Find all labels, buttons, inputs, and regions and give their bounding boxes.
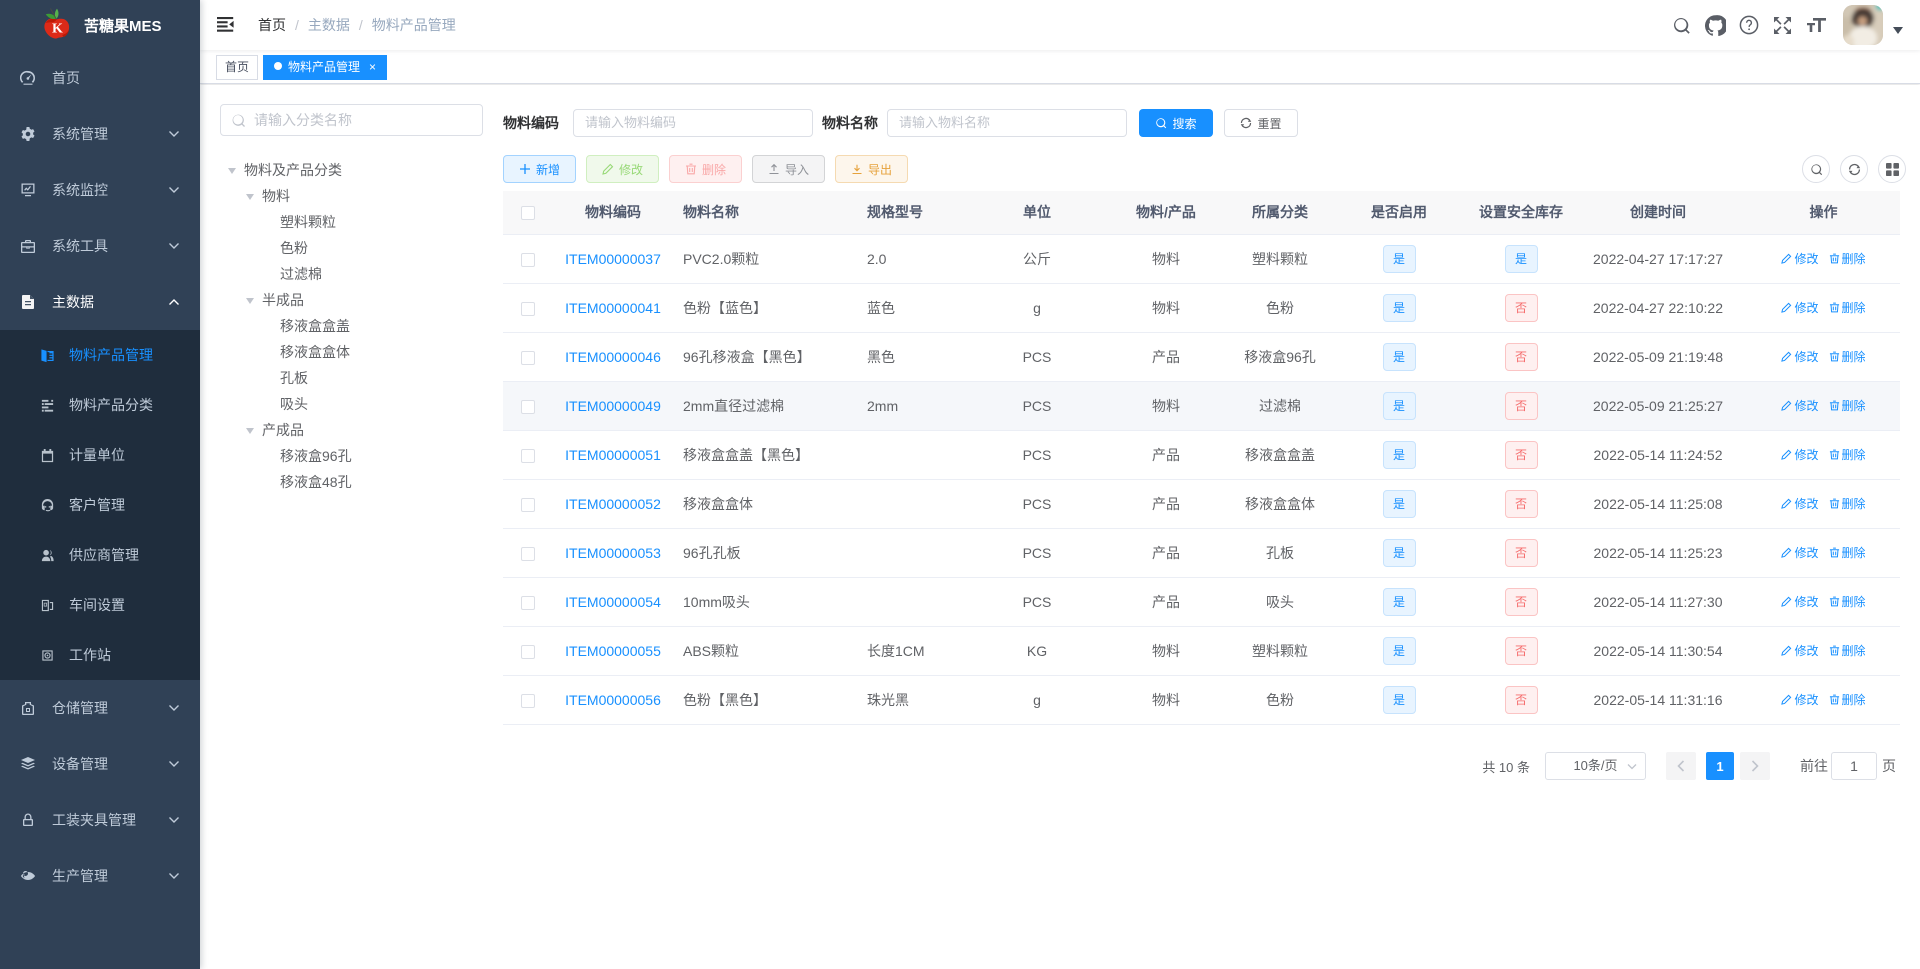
svg-text:K: K [52,22,63,37]
